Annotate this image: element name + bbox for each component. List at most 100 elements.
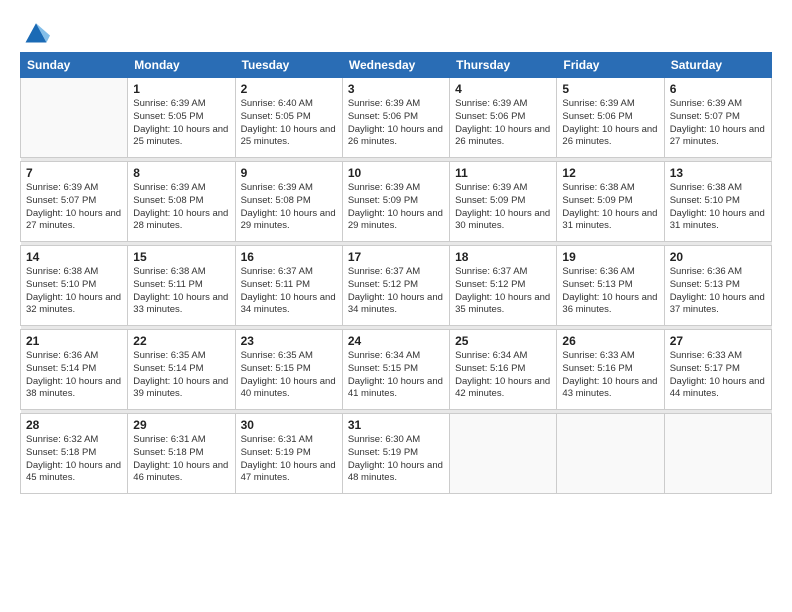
cell-info: Sunrise: 6:39 AM Sunset: 5:07 PM Dayligh… [26, 182, 122, 233]
calendar-cell: 26 Sunrise: 6:33 AM Sunset: 5:16 PM Dayli… [557, 330, 664, 410]
calendar-cell: 11 Sunrise: 6:39 AM Sunset: 5:09 PM Dayli… [450, 162, 557, 242]
cell-info: Sunrise: 6:34 AM Sunset: 5:15 PM Dayligh… [348, 350, 444, 401]
calendar-week-row: 14 Sunrise: 6:38 AM Sunset: 5:10 PM Dayli… [21, 246, 772, 326]
cell-date: 21 [26, 334, 122, 348]
calendar-day-header: Wednesday [342, 53, 449, 78]
calendar-cell: 4 Sunrise: 6:39 AM Sunset: 5:06 PM Daylig… [450, 78, 557, 158]
calendar-week-row: 28Sunrise: 6:32 AM Sunset: 5:18 PM Dayli… [21, 414, 772, 494]
calendar-cell: 12 Sunrise: 6:38 AM Sunset: 5:09 PM Dayli… [557, 162, 664, 242]
cell-date: 29 [133, 418, 229, 432]
calendar-week-row: 1 Sunrise: 6:39 AM Sunset: 5:05 PM Daylig… [21, 78, 772, 158]
cell-info: Sunrise: 6:39 AM Sunset: 5:08 PM Dayligh… [133, 182, 229, 233]
calendar-week-row: 21 Sunrise: 6:36 AM Sunset: 5:14 PM Dayli… [21, 330, 772, 410]
calendar-day-header: Sunday [21, 53, 128, 78]
calendar-week-row: 7 Sunrise: 6:39 AM Sunset: 5:07 PM Daylig… [21, 162, 772, 242]
cell-date: 25 [455, 334, 551, 348]
cell-date: 9 [241, 166, 337, 180]
cell-info: Sunrise: 6:33 AM Sunset: 5:17 PM Dayligh… [670, 350, 766, 401]
calendar-cell [664, 414, 771, 494]
calendar-cell: 16 Sunrise: 6:37 AM Sunset: 5:11 PM Dayli… [235, 246, 342, 326]
cell-date: 20 [670, 250, 766, 264]
cell-info: Sunrise: 6:39 AM Sunset: 5:08 PM Dayligh… [241, 182, 337, 233]
calendar-cell: 7 Sunrise: 6:39 AM Sunset: 5:07 PM Daylig… [21, 162, 128, 242]
cell-date: 3 [348, 82, 444, 96]
cell-info: Sunrise: 6:39 AM Sunset: 5:09 PM Dayligh… [455, 182, 551, 233]
cell-date: 16 [241, 250, 337, 264]
cell-date: 5 [562, 82, 658, 96]
cell-info: Sunrise: 6:37 AM Sunset: 5:11 PM Dayligh… [241, 266, 337, 317]
cell-date: 15 [133, 250, 229, 264]
cell-date: 11 [455, 166, 551, 180]
cell-date: 26 [562, 334, 658, 348]
cell-date: 14 [26, 250, 122, 264]
calendar-cell [450, 414, 557, 494]
cell-info: Sunrise: 6:37 AM Sunset: 5:12 PM Dayligh… [348, 266, 444, 317]
cell-date: 2 [241, 82, 337, 96]
logo-icon [22, 18, 50, 46]
calendar-cell: 8Sunrise: 6:39 AM Sunset: 5:08 PM Daylig… [128, 162, 235, 242]
calendar-cell: 14 Sunrise: 6:38 AM Sunset: 5:10 PM Dayli… [21, 246, 128, 326]
cell-info: Sunrise: 6:35 AM Sunset: 5:14 PM Dayligh… [133, 350, 229, 401]
calendar-cell: 19Sunrise: 6:36 AM Sunset: 5:13 PM Dayli… [557, 246, 664, 326]
cell-info: Sunrise: 6:36 AM Sunset: 5:13 PM Dayligh… [670, 266, 766, 317]
calendar-table: SundayMondayTuesdayWednesdayThursdayFrid… [20, 52, 772, 494]
cell-info: Sunrise: 6:39 AM Sunset: 5:06 PM Dayligh… [562, 98, 658, 149]
cell-info: Sunrise: 6:30 AM Sunset: 5:19 PM Dayligh… [348, 434, 444, 485]
cell-date: 31 [348, 418, 444, 432]
cell-info: Sunrise: 6:39 AM Sunset: 5:06 PM Dayligh… [455, 98, 551, 149]
cell-date: 24 [348, 334, 444, 348]
calendar-cell: 10Sunrise: 6:39 AM Sunset: 5:09 PM Dayli… [342, 162, 449, 242]
calendar-cell: 31 Sunrise: 6:30 AM Sunset: 5:19 PM Dayli… [342, 414, 449, 494]
calendar-cell: 20 Sunrise: 6:36 AM Sunset: 5:13 PM Dayli… [664, 246, 771, 326]
cell-date: 22 [133, 334, 229, 348]
calendar-day-header: Saturday [664, 53, 771, 78]
cell-info: Sunrise: 6:38 AM Sunset: 5:10 PM Dayligh… [26, 266, 122, 317]
calendar-cell: 6 Sunrise: 6:39 AM Sunset: 5:07 PM Daylig… [664, 78, 771, 158]
cell-date: 6 [670, 82, 766, 96]
calendar-day-header: Tuesday [235, 53, 342, 78]
cell-date: 13 [670, 166, 766, 180]
cell-info: Sunrise: 6:35 AM Sunset: 5:15 PM Dayligh… [241, 350, 337, 401]
cell-date: 4 [455, 82, 551, 96]
cell-date: 23 [241, 334, 337, 348]
calendar-cell: 18 Sunrise: 6:37 AM Sunset: 5:12 PM Dayli… [450, 246, 557, 326]
cell-date: 7 [26, 166, 122, 180]
cell-info: Sunrise: 6:31 AM Sunset: 5:19 PM Dayligh… [241, 434, 337, 485]
cell-info: Sunrise: 6:39 AM Sunset: 5:06 PM Dayligh… [348, 98, 444, 149]
cell-info: Sunrise: 6:33 AM Sunset: 5:16 PM Dayligh… [562, 350, 658, 401]
calendar-day-header: Monday [128, 53, 235, 78]
calendar-cell: 9 Sunrise: 6:39 AM Sunset: 5:08 PM Daylig… [235, 162, 342, 242]
calendar-cell: 28Sunrise: 6:32 AM Sunset: 5:18 PM Dayli… [21, 414, 128, 494]
calendar-cell: 13 Sunrise: 6:38 AM Sunset: 5:10 PM Dayli… [664, 162, 771, 242]
calendar-cell: 5 Sunrise: 6:39 AM Sunset: 5:06 PM Daylig… [557, 78, 664, 158]
calendar-cell: 24 Sunrise: 6:34 AM Sunset: 5:15 PM Dayli… [342, 330, 449, 410]
cell-date: 18 [455, 250, 551, 264]
cell-info: Sunrise: 6:40 AM Sunset: 5:05 PM Dayligh… [241, 98, 337, 149]
cell-info: Sunrise: 6:39 AM Sunset: 5:07 PM Dayligh… [670, 98, 766, 149]
cell-date: 28 [26, 418, 122, 432]
calendar-cell: 2 Sunrise: 6:40 AM Sunset: 5:05 PM Daylig… [235, 78, 342, 158]
cell-date: 30 [241, 418, 337, 432]
cell-info: Sunrise: 6:37 AM Sunset: 5:12 PM Dayligh… [455, 266, 551, 317]
calendar-cell: 25 Sunrise: 6:34 AM Sunset: 5:16 PM Dayli… [450, 330, 557, 410]
cell-info: Sunrise: 6:38 AM Sunset: 5:10 PM Dayligh… [670, 182, 766, 233]
calendar-header-row: SundayMondayTuesdayWednesdayThursdayFrid… [21, 53, 772, 78]
calendar-cell: 1 Sunrise: 6:39 AM Sunset: 5:05 PM Daylig… [128, 78, 235, 158]
cell-date: 1 [133, 82, 229, 96]
calendar-cell: 21 Sunrise: 6:36 AM Sunset: 5:14 PM Dayli… [21, 330, 128, 410]
calendar-cell: 3 Sunrise: 6:39 AM Sunset: 5:06 PM Daylig… [342, 78, 449, 158]
header [20, 10, 772, 46]
page: SundayMondayTuesdayWednesdayThursdayFrid… [0, 0, 792, 612]
calendar-day-header: Friday [557, 53, 664, 78]
cell-info: Sunrise: 6:36 AM Sunset: 5:14 PM Dayligh… [26, 350, 122, 401]
cell-info: Sunrise: 6:39 AM Sunset: 5:05 PM Dayligh… [133, 98, 229, 149]
calendar-day-header: Thursday [450, 53, 557, 78]
cell-info: Sunrise: 6:34 AM Sunset: 5:16 PM Dayligh… [455, 350, 551, 401]
cell-info: Sunrise: 6:38 AM Sunset: 5:11 PM Dayligh… [133, 266, 229, 317]
cell-date: 12 [562, 166, 658, 180]
cell-info: Sunrise: 6:38 AM Sunset: 5:09 PM Dayligh… [562, 182, 658, 233]
calendar-cell: 23 Sunrise: 6:35 AM Sunset: 5:15 PM Dayli… [235, 330, 342, 410]
calendar-cell: 30 Sunrise: 6:31 AM Sunset: 5:19 PM Dayli… [235, 414, 342, 494]
calendar-cell: 22 Sunrise: 6:35 AM Sunset: 5:14 PM Dayli… [128, 330, 235, 410]
calendar-cell: 15 Sunrise: 6:38 AM Sunset: 5:11 PM Dayli… [128, 246, 235, 326]
